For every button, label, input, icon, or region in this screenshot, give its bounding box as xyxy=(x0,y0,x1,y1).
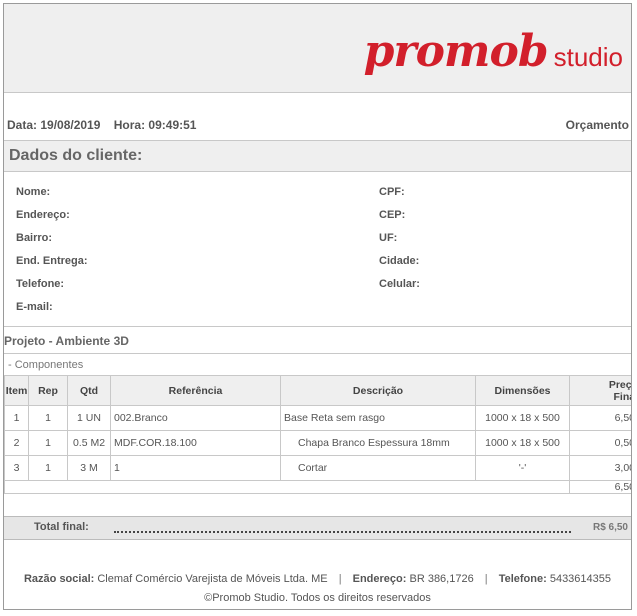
endereco-value: BR 386,1726 xyxy=(409,573,474,585)
total-value: R$ 6,50 xyxy=(592,522,628,533)
cell-preco: 6,50 xyxy=(569,405,631,431)
col-header-item: Item xyxy=(4,375,29,406)
table-row: 1 1 1 UN 002.Branco Base Reta sem rasgo … xyxy=(4,405,631,431)
table-row: 2 1 0.5 M2 MDF.COR.18.100 Chapa Branco E… xyxy=(4,430,631,456)
cell-dimensoes: 1000 x 18 x 500 xyxy=(475,405,570,431)
field-email: E-mail: xyxy=(16,301,53,313)
col-header-descricao: Descrição xyxy=(280,375,476,406)
telefone-label: Telefone: xyxy=(498,573,547,585)
table-header-row: Item Rep Qtd Referência Descrição Dimens… xyxy=(4,375,632,406)
col-header-dimensoes: Dimensões xyxy=(475,375,570,406)
project-title: Projeto - Ambiente 3D xyxy=(4,334,129,348)
company-info: Razão social: Clemaf Comércio Varejista … xyxy=(4,573,631,585)
razao-social-label: Razão social: xyxy=(23,573,95,585)
document-type: Orçamento xyxy=(565,118,629,132)
copyright: ©Promob Studio. Todos os direitos reserv… xyxy=(204,592,431,604)
budget-document: promob studio Data: 19/08/2019 Hora: 09:4… xyxy=(3,3,632,610)
footer-separator: | xyxy=(338,573,342,585)
cell-dimensoes: 1000 x 18 x 500 xyxy=(475,430,570,456)
cell-preco: 0,50 xyxy=(569,430,631,456)
cell-referencia: 002.Branco xyxy=(110,405,281,431)
field-cep: CEP: xyxy=(379,209,406,221)
cell-qtd: 0.5 M2 xyxy=(67,430,111,456)
cell-dimensoes: '-' xyxy=(475,455,570,481)
header-banner: promob studio xyxy=(4,4,631,93)
field-cpf: CPF: xyxy=(379,186,405,198)
cell-item: 2 xyxy=(4,430,29,456)
total-label: Total final: xyxy=(34,521,89,533)
cell-rep: 1 xyxy=(28,455,68,481)
field-bairro: Bairro: xyxy=(16,232,53,244)
razao-social-value: Clemaf Comércio Varejista de Móveis Ltda… xyxy=(97,573,328,585)
client-section-header: Dados do cliente: xyxy=(4,140,631,172)
col-header-preco: Preço xyxy=(608,378,632,391)
logo-suffix: studio xyxy=(553,42,623,72)
cell-rep: 1 xyxy=(28,405,68,431)
telefone-value: 5433614355 xyxy=(549,573,612,585)
cell-descricao: Base Reta sem rasgo xyxy=(280,405,476,431)
field-cidade: Cidade: xyxy=(379,255,420,267)
cell-descricao: Chapa Branco Espessura 18mm xyxy=(280,430,476,456)
cell-referencia: MDF.COR.18.100 xyxy=(110,430,281,456)
cell-rep: 1 xyxy=(28,430,68,456)
col-header-final: Final xyxy=(613,390,631,403)
document-meta: Data: 19/08/2019 Hora: 09:49:51 xyxy=(7,118,206,132)
total-bar: Total final: R$ 6,50 xyxy=(4,516,631,540)
table-row: 3 1 3 M 1 Cortar '-' 3,00 xyxy=(4,455,631,481)
col-header-referencia: Referência xyxy=(110,375,281,406)
subtotal-row: 6,50 xyxy=(4,480,631,494)
field-end-entrega: End. Entrega: xyxy=(16,255,88,267)
divider xyxy=(4,326,631,327)
cell-item: 3 xyxy=(4,455,29,481)
field-uf: UF: xyxy=(379,232,398,244)
client-section-title: Dados do cliente: xyxy=(9,147,143,164)
cell-referencia: 1 xyxy=(110,455,281,481)
components-label: - Componentes xyxy=(8,359,84,371)
document-date: Data: 19/08/2019 xyxy=(7,118,101,132)
subtotal-value: 6,50 xyxy=(569,480,631,494)
logo-brand: promob xyxy=(363,26,549,77)
subtotal-spacer xyxy=(4,480,570,494)
promob-studio-logo: promob studio xyxy=(364,26,623,77)
endereco-label: Endereço: xyxy=(352,573,407,585)
components-table: Item Rep Qtd Referência Descrição Dimens… xyxy=(4,375,632,494)
cell-descricao: Cortar xyxy=(280,455,476,481)
cell-preco: 3,00 xyxy=(569,455,631,481)
field-nome: Nome: xyxy=(16,186,51,198)
field-telefone: Telefone: xyxy=(16,278,65,290)
divider xyxy=(4,353,631,354)
document-time: Hora: 09:49:51 xyxy=(113,118,197,132)
field-endereco: Endereço: xyxy=(16,209,70,221)
col-header-rep: Rep xyxy=(28,375,68,406)
col-header-qtd: Qtd xyxy=(67,375,111,406)
footer-separator: | xyxy=(484,573,488,585)
cell-qtd: 3 M xyxy=(67,455,111,481)
cell-qtd: 1 UN xyxy=(67,405,111,431)
col-header-preco-final: Preço Final xyxy=(569,375,632,406)
total-leader-dots xyxy=(114,531,571,533)
cell-item: 1 xyxy=(4,405,29,431)
field-celular: Celular: xyxy=(379,278,420,290)
